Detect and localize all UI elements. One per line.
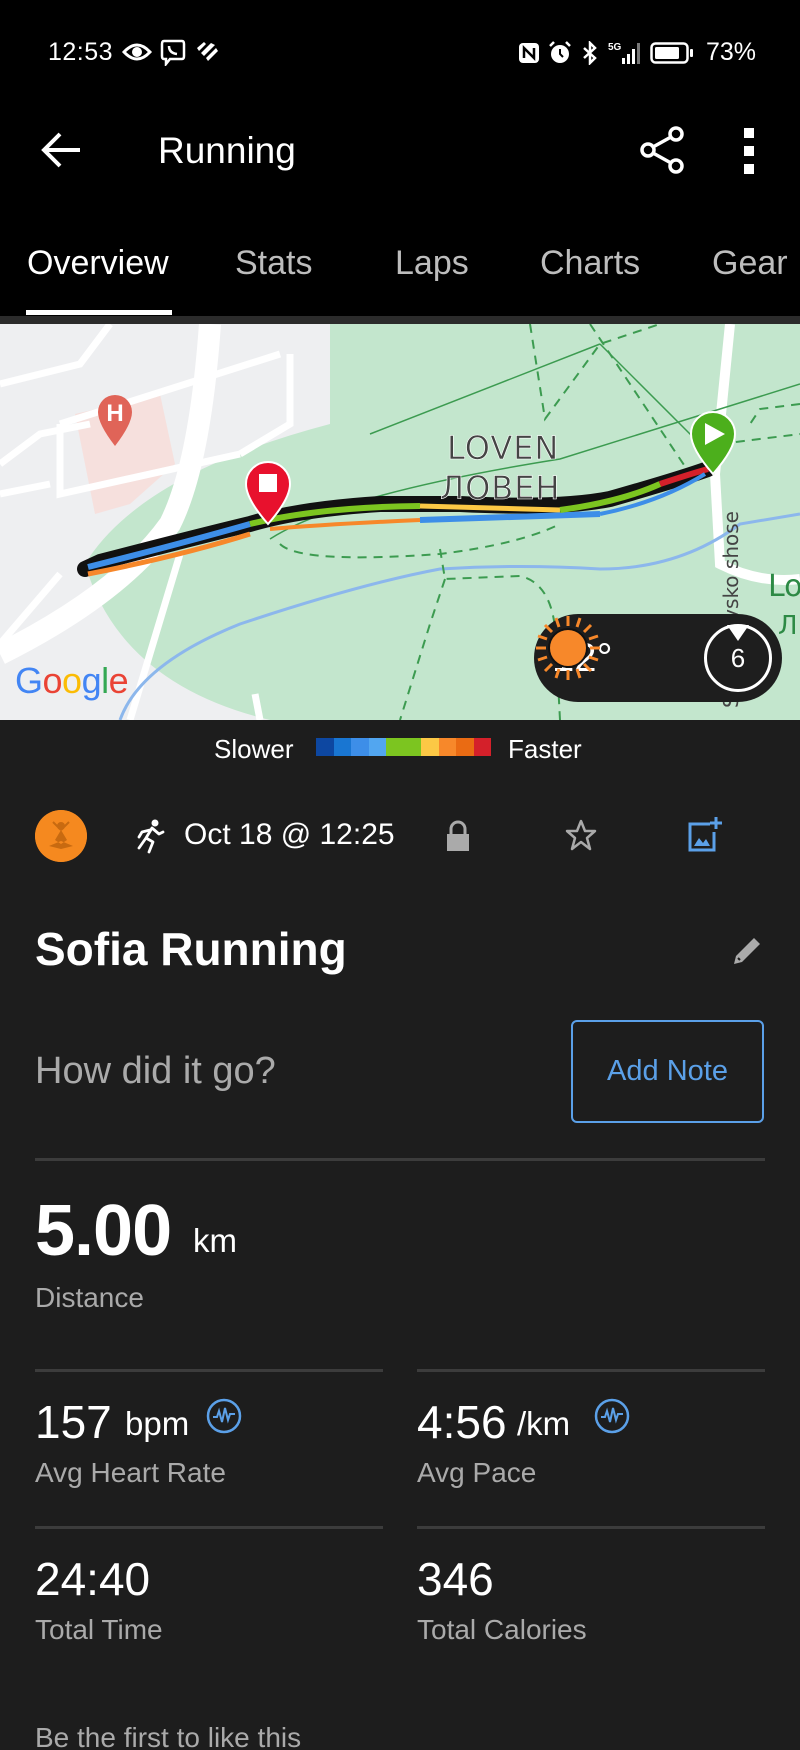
weather-badge[interactable]: 12° 6 [534,614,782,702]
tab-overview[interactable]: Overview [27,244,169,283]
pace-color-swatch [351,738,369,756]
edit-pencil-icon[interactable] [730,932,764,966]
nfc-icon [518,42,539,63]
edge-place-label-cyrillic: Л [778,611,798,641]
distance-value: 5.00 [35,1191,172,1271]
add-photo-icon[interactable] [688,816,722,852]
legend-faster-label: Faster [508,734,582,764]
status-time: 12:53 [48,38,114,66]
place-label-latin: LOVEN [447,429,559,467]
alarm-icon [549,40,571,63]
edge-place-label: Lo [768,569,800,604]
pace-chart-icon[interactable] [594,1398,630,1434]
distance-label: Distance [35,1282,144,1313]
legend-slower-label: Slower [214,734,294,764]
more-vertical-icon[interactable] [735,126,765,176]
active-tab-indicator [26,310,172,315]
avg-pace-value: 4:56 [417,1396,507,1448]
pace-color-swatch [438,738,456,756]
avg-pace-unit: /km [517,1405,571,1442]
avg-heart-rate-unit: bpm [125,1405,190,1442]
svg-text:5G: 5G [608,42,622,53]
share-icon[interactable] [636,124,688,176]
heart-stripes-icon [197,42,218,61]
activity-date: Oct 18 @ 12:25 [184,818,395,851]
tabs-divider [0,316,800,324]
divider [35,1158,765,1161]
sun-icon [536,616,600,680]
star-icon[interactable] [564,818,598,852]
activity-title: Sofia Running [35,923,347,975]
route-map[interactable]: LOVEN ЛОВЕН Simeonovsko shose Lo Л H Goo… [0,324,800,720]
pace-color-swatch [333,738,351,756]
pace-legend: Slower Faster [0,720,800,780]
wind-speed: 6 [730,643,746,673]
pace-color-swatch [456,738,474,756]
wind-indicator: 6 [704,624,772,692]
heart-rate-chart-icon[interactable] [206,1398,242,1434]
note-prompt: How did it go? [35,1050,276,1092]
viber-icon [160,39,186,66]
total-time-label: Total Time [35,1614,163,1645]
lock-icon[interactable] [445,820,471,852]
total-time-value: 24:40 [35,1553,151,1605]
app-bar: Running [0,100,800,200]
pace-color-swatch [386,738,404,756]
add-note-button[interactable]: Add Note [571,1020,764,1123]
battery-percent: 73% [705,38,756,66]
tab-gear[interactable]: Gear [712,244,788,283]
total-calories-value: 346 [417,1553,494,1605]
distance-unit: km [193,1222,237,1259]
5g-signal-icon: 5G [608,42,640,64]
tab-bar: Overview Stats Laps Charts Gear [0,200,800,316]
tab-charts[interactable]: Charts [540,244,640,283]
pace-color-swatch [316,738,334,756]
google-attribution: Google [15,660,129,701]
tab-laps[interactable]: Laps [395,244,469,283]
likes-text[interactable]: Be the first to like this [35,1722,301,1750]
activity-meta-row: Oct 18 @ 12:25 [0,800,800,870]
avg-heart-rate-value: 157 [35,1396,112,1448]
wind-direction-icon [727,625,749,641]
back-arrow-icon[interactable] [38,128,86,172]
pace-color-swatch [403,738,421,756]
pace-color-swatch [368,738,386,756]
pace-color-swatch [421,738,439,756]
divider [35,1526,383,1529]
pace-color-scale [316,738,491,756]
divider [417,1369,765,1372]
tab-stats[interactable]: Stats [235,244,312,283]
status-bar: 12:53 5G 73% [0,0,800,100]
pace-color-swatch [473,738,491,756]
yoga-badge-icon[interactable] [35,810,87,862]
divider [35,1369,383,1372]
eye-icon [122,43,152,61]
total-calories-label: Total Calories [417,1614,587,1645]
page-title: Running [158,130,296,171]
battery-icon [650,41,693,64]
avg-pace-label: Avg Pace [417,1457,537,1488]
running-icon [137,819,165,854]
svg-text:H: H [106,400,123,427]
divider [417,1526,765,1529]
bluetooth-icon [583,40,597,65]
avg-heart-rate-label: Avg Heart Rate [35,1457,226,1488]
place-label-cyrillic: ЛОВЕН [440,469,560,507]
